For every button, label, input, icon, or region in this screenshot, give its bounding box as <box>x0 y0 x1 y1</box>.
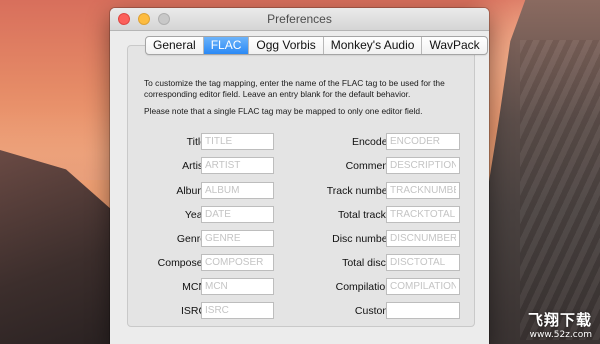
encoder-tag-field[interactable] <box>386 133 460 150</box>
flac-settings-panel: To customize the tag mapping, enter the … <box>127 45 475 327</box>
tab-general[interactable]: General <box>146 37 204 54</box>
year-tag-field[interactable] <box>201 206 274 223</box>
tab-monkeys-audio[interactable]: Monkey's Audio <box>324 37 423 54</box>
watermark-url: www.52z.com <box>529 330 592 340</box>
isrc-tag-field[interactable] <box>201 302 274 319</box>
wallpaper-rock-texture <box>520 40 600 340</box>
artist-tag-field[interactable] <box>201 157 274 174</box>
genre-label: Genre: <box>176 233 209 245</box>
track-number-tag-field[interactable] <box>386 182 460 199</box>
window-title: Preferences <box>267 12 332 26</box>
isrc-label: ISRC: <box>180 305 209 317</box>
track-number-label: Track number: <box>326 185 394 197</box>
title-bar[interactable]: Preferences <box>110 8 489 31</box>
composer-label: Composer: <box>157 257 209 269</box>
total-tracks-label: Total tracks: <box>337 209 394 221</box>
preferences-window: Preferences General FLAC Ogg Vorbis Monk… <box>110 8 489 344</box>
title-tag-field[interactable] <box>201 133 274 150</box>
disc-number-label: Disc number: <box>332 233 394 245</box>
genre-tag-field[interactable] <box>201 230 274 247</box>
tag-mapping-description: To customize the tag mapping, enter the … <box>144 78 445 99</box>
title-label: Title: <box>186 136 209 148</box>
compilation-label: Compilation: <box>335 281 394 293</box>
total-discs-label: Total discs: <box>342 257 394 269</box>
compilation-tag-field[interactable] <box>386 278 460 295</box>
total-discs-tag-field[interactable] <box>386 254 460 271</box>
tab-flac[interactable]: FLAC <box>203 37 250 54</box>
custom-label: Custom: <box>354 305 394 317</box>
year-label: Year: <box>184 209 209 221</box>
album-label: Album: <box>176 185 209 197</box>
comment-tag-field[interactable] <box>386 157 460 174</box>
site-watermark: 飞翔下载 www.52z.com <box>528 309 592 340</box>
disc-number-tag-field[interactable] <box>386 230 460 247</box>
composer-tag-field[interactable] <box>201 254 274 271</box>
preferences-tab-bar: General FLAC Ogg Vorbis Monkey's Audio W… <box>145 36 488 55</box>
album-tag-field[interactable] <box>201 182 274 199</box>
tab-ogg-vorbis[interactable]: Ogg Vorbis <box>249 37 324 54</box>
comment-label: Comment: <box>345 160 394 172</box>
tab-wavpack[interactable]: WavPack <box>422 37 486 54</box>
mcn-label: MCN: <box>182 281 209 293</box>
total-tracks-tag-field[interactable] <box>386 206 460 223</box>
encoder-label: Encoder: <box>351 136 394 148</box>
watermark-logo-text: 飞翔下载 <box>527 311 592 329</box>
tag-mapping-note: Please note that a single FLAC tag may b… <box>144 106 423 116</box>
custom-tag-field[interactable] <box>386 302 460 319</box>
artist-label: Artist: <box>182 160 209 172</box>
mcn-tag-field[interactable] <box>201 278 274 295</box>
